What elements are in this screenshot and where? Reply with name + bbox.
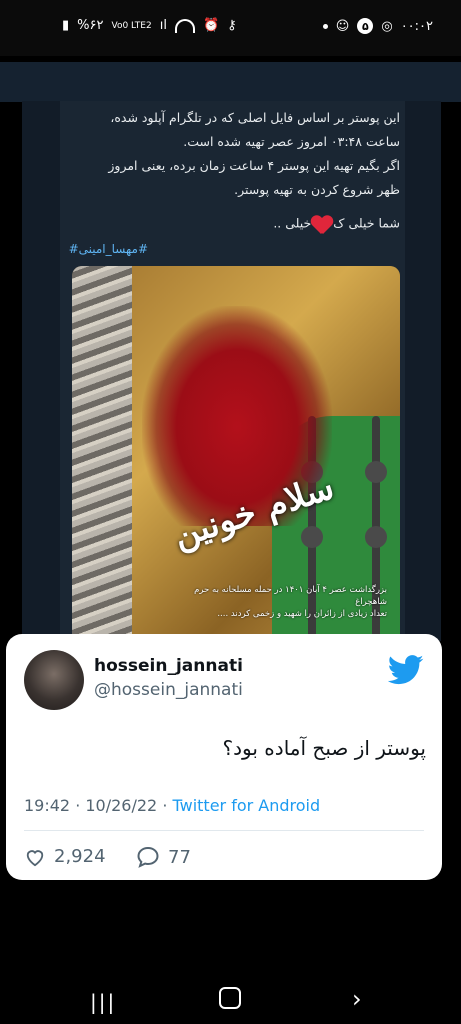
signal-icon: ıl: [159, 18, 167, 33]
battery-icon: ▮: [62, 18, 70, 33]
recent-apps-button[interactable]: |||: [90, 990, 116, 1014]
post-line: این پوستر بر اساس فایل اصلی که در تلگرام…: [110, 110, 400, 125]
network-label: Vo0 LTE2: [111, 20, 152, 31]
grille-knob: [365, 526, 387, 548]
tweet-meta: 19:42 · 10/26/22 · Twitter for Android: [24, 796, 320, 815]
like-count: 2,924: [54, 846, 106, 867]
reply-count: 77: [168, 846, 191, 868]
post-line-part: خیلی ..: [273, 215, 312, 231]
caption-line: بزرگداشت عصر ۴ آبان ۱۴۰۱ در حمله مسلحانه…: [194, 585, 387, 607]
battery-level: %۶۲: [77, 18, 104, 33]
heart-outline-icon: [26, 849, 44, 866]
post-text: این پوستر بر اساس فایل اصلی که در تلگرام…: [66, 106, 400, 202]
wifi-icon: [174, 18, 195, 33]
tweet-source-link[interactable]: Twitter for Android: [172, 796, 320, 815]
avatar[interactable]: [24, 650, 84, 710]
key-icon: ⚷: [227, 18, 237, 33]
post-line-part: شما خیلی ک: [333, 215, 400, 231]
tweet-card[interactable]: hossein_jannati @hossein_jannati پوستر ا…: [6, 634, 442, 880]
post-emphasis-line: شما خیلی ک خیلی ..: [66, 214, 400, 234]
reply-button[interactable]: 77: [136, 846, 191, 868]
reply-bubble-icon: [137, 846, 159, 868]
heart-icon: [311, 214, 333, 234]
post-line: ساعت ۰۳:۴۸ امروز عصر تهیه شده است.: [183, 134, 400, 149]
alarm-icon: ⏰: [202, 18, 220, 33]
status-bar: ▮ %۶۲ Vo0 LTE2 ıl ⏰ ⚷ ☺ ۵ ◎ ۰۰:۰۲: [0, 0, 461, 56]
instagram-icon: ◎: [381, 18, 393, 34]
home-button[interactable]: [219, 987, 241, 1009]
caption-line: تعداد زیادی از زائران را شهید و زخمی کرد…: [217, 609, 387, 619]
badge-count: ۵: [357, 18, 374, 34]
post-line: ظهر شروع کردن به تهیه پوستر.: [234, 182, 400, 197]
grille-knob: [301, 526, 323, 548]
poster-image[interactable]: سلام خونین بزرگداشت عصر ۴ آبان ۱۴۰۱ در ح…: [72, 266, 400, 641]
header-band: [0, 62, 461, 102]
clock-time: ۰۰:۰۲: [400, 18, 433, 34]
status-left: ▮ %۶۲ Vo0 LTE2 ıl ⏰ ⚷: [62, 18, 237, 33]
grille-knob: [365, 461, 387, 483]
status-right: ☺ ۵ ◎ ۰۰:۰۲: [322, 18, 433, 34]
notification-dot-icon: [322, 23, 328, 29]
silver-ornament: [72, 266, 132, 641]
face-icon: ☺: [335, 18, 350, 34]
display-name[interactable]: hossein_jannati: [94, 656, 243, 676]
user-handle[interactable]: @hossein_jannati: [94, 680, 243, 700]
tweet-text: پوستر از صبح آماده بود؟: [222, 736, 426, 760]
twitter-bird-icon: [388, 655, 424, 685]
like-button[interactable]: 2,924: [24, 846, 106, 867]
tweet-timestamp[interactable]: 19:42 · 10/26/22 ·: [24, 796, 172, 815]
back-button[interactable]: ›: [352, 985, 362, 1013]
hashtag-link[interactable]: #مهسا_امینی#: [66, 242, 148, 256]
post-line: اگر بگیم تهیه این پوستر ۴ ساعت زمان برده…: [108, 158, 400, 173]
divider: [24, 830, 424, 831]
poster-caption: بزرگداشت عصر ۴ آبان ۱۴۰۱ در حمله مسلحانه…: [167, 584, 387, 620]
